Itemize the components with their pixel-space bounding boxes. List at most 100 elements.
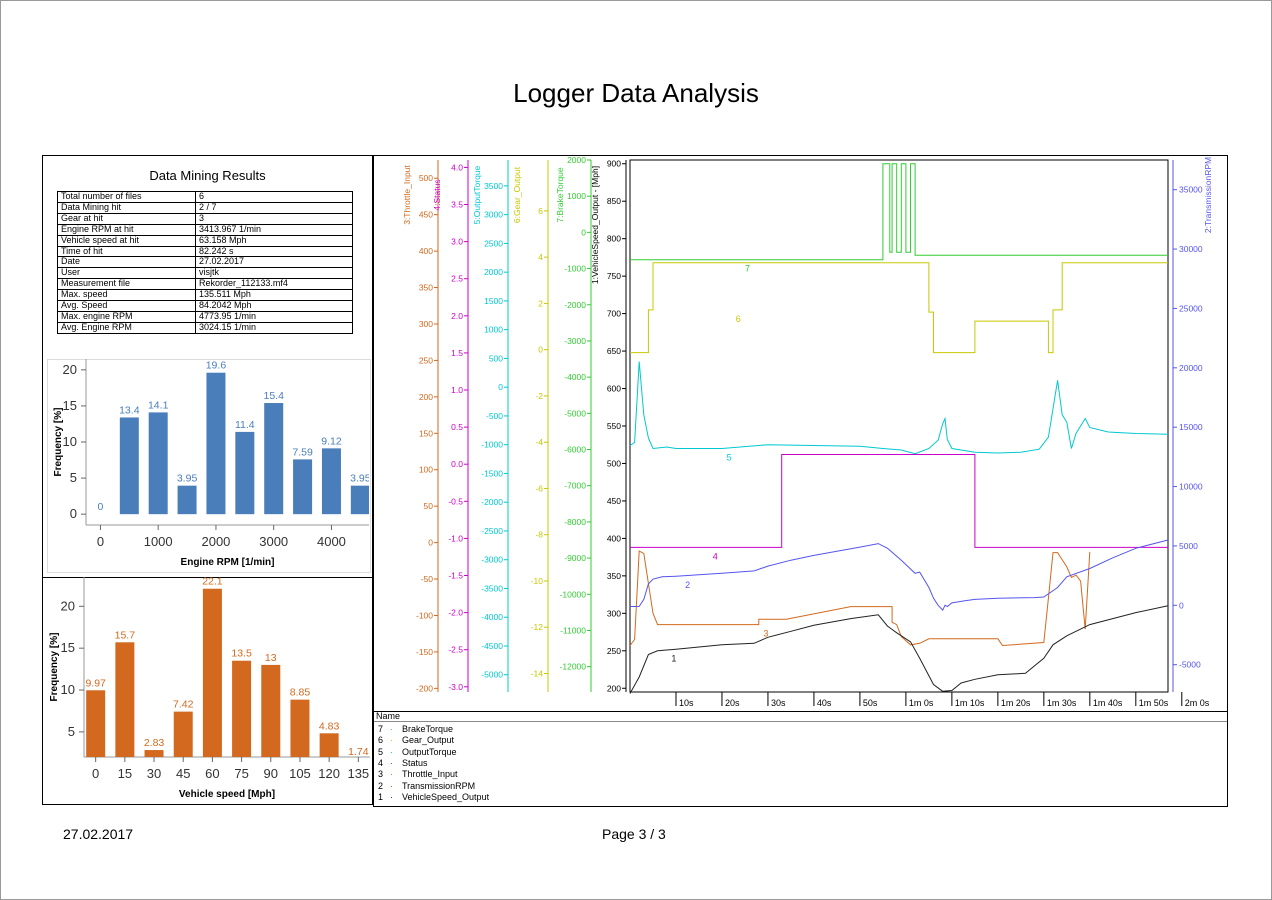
- histogram-bar: [119, 417, 139, 515]
- axis-brake-tick-label: -6000: [564, 445, 586, 455]
- axis-throttle-tick-label: 350: [419, 283, 433, 293]
- axis-status-tick-label: 3.5: [451, 200, 463, 210]
- axis-status-tick-label: 1.0: [451, 385, 463, 395]
- axis-torque-tick-label: 3000: [484, 210, 503, 220]
- axis-throttle-tick-label: -50: [421, 574, 434, 584]
- series-Status-number-label: 4: [713, 551, 718, 561]
- data-mining-title: Data Mining Results: [149, 168, 266, 183]
- axis-torque-tick-label: -3500: [481, 583, 503, 593]
- axis-rpm-tick-label: 5000: [1179, 541, 1198, 551]
- legend-color-marker: ·: [390, 746, 393, 757]
- x-tick-label: 105: [289, 766, 311, 781]
- axis-rpm-tick-label: 35000: [1179, 185, 1203, 195]
- data-mining-value: 84.2042 Mph: [195, 300, 353, 312]
- series-VehicleSpeed_Output-line: [629, 605, 1169, 694]
- bar-value-label: 1.74: [348, 746, 369, 758]
- axis-brake-tick-label: -11000: [560, 625, 586, 635]
- axis-speed-tick-label: 700: [607, 309, 621, 319]
- y-axis-label: Frequency [%]: [49, 633, 60, 702]
- bar-value-label: 3.95: [177, 473, 198, 485]
- axis-gear-tick-label: -12: [531, 622, 544, 632]
- y-tick-label: 20: [61, 598, 75, 613]
- axis-rpm-tick-label: -5000: [1179, 660, 1201, 670]
- time-tick-label: 1m 0s: [909, 698, 934, 708]
- histogram-bar: [293, 459, 313, 515]
- axis-status-tick-label: 2.0: [451, 311, 463, 321]
- axis-status-tick-label: -2.5: [448, 645, 463, 655]
- histogram-bar: [206, 372, 226, 515]
- x-tick-label: 0: [92, 766, 99, 781]
- time-tick-label: 20s: [725, 698, 740, 708]
- series-Gear_Output-line: [630, 262, 1168, 354]
- series-BrakeTorque-number-label: 7: [745, 264, 750, 274]
- series-OutputTorque-number-label: 5: [727, 452, 732, 462]
- bar-value-label: 19.6: [206, 360, 227, 372]
- bar-value-label: 8.85: [290, 687, 311, 699]
- axis-torque-tick-label: -500: [486, 411, 503, 421]
- axis-torque-tick-label: -1000: [481, 440, 503, 450]
- axis-torque-tick-label: 2500: [484, 238, 503, 248]
- axis-torque-tick-label: -5000: [481, 670, 503, 680]
- bar-value-label: 9.12: [321, 435, 342, 447]
- bar-value-label: 22.1: [202, 577, 223, 588]
- axis-gear-tick-label: 2: [538, 298, 543, 308]
- axis-rpm-tick-label: 20000: [1179, 363, 1203, 373]
- legend-color-marker: ·: [390, 735, 393, 746]
- histogram-bar: [264, 403, 284, 515]
- axis-rpm-title: 2:TransmissionRPM: [1203, 157, 1213, 233]
- data-mining-table: Total number of files 6 Data Mining hit 2 /…: [57, 191, 353, 334]
- axis-brake-tick-label: 0: [581, 227, 586, 237]
- histogram-bar: [261, 664, 281, 757]
- axis-throttle-tick-label: 300: [419, 319, 433, 329]
- axis-rpm-tick-label: 15000: [1179, 422, 1203, 432]
- axis-gear-tick-label: -10: [531, 576, 544, 586]
- data-mining-row: Max. engine RPM 4773.95 1/min: [57, 310, 353, 323]
- data-mining-value: 2 / 7: [195, 201, 353, 214]
- bar-value-label: 3.95: [350, 473, 369, 485]
- rpm-histogram: 0 5 10 15 20 0 1000 2000 3000 4000 0 13.4 14.1 3.95 19…: [53, 359, 369, 568]
- axis-status-tick-label: -3.0: [448, 682, 463, 692]
- axis-speed-tick-label: 200: [607, 683, 621, 693]
- plot-area: [629, 159, 1169, 693]
- bar-value-label: 13.5: [231, 648, 252, 660]
- axis-status-tick-label: 1.5: [451, 348, 463, 358]
- axis-torque-tick-label: 500: [489, 353, 503, 363]
- legend-color-marker: ·: [390, 757, 393, 768]
- axis-torque-title: 5:OutputTorque: [472, 165, 482, 224]
- data-mining-value: 82.242 s: [195, 245, 353, 258]
- axis-status-tick-label: 3.0: [451, 237, 463, 247]
- y-tick-label: 15: [63, 398, 77, 413]
- axis-throttle-tick-label: 50: [424, 501, 434, 511]
- histogram-bar: [148, 412, 168, 515]
- speed-histogram: 5 10 15 20 0 15 30 45 60 75 90 105 120 135 9.97 15.7 2.8…: [49, 577, 370, 800]
- time-tick-label: 50s: [863, 698, 878, 708]
- axis-brake-tick-label: 1000: [567, 191, 586, 201]
- axis-rpm-tick-label: 0: [1179, 600, 1184, 610]
- axis-brake-tick-label: -9000: [564, 553, 586, 563]
- data-mining-key: Avg. Speed: [57, 300, 196, 312]
- axis-brake-tick-label: 2000: [567, 155, 586, 165]
- histogram-bar: [232, 660, 252, 757]
- legend-color-marker: ·: [390, 769, 393, 780]
- histogram-bar: [290, 699, 310, 757]
- data-mining-key: Engine RPM at hit: [57, 223, 196, 236]
- bar-value-label: 15.7: [115, 629, 136, 641]
- x-axis-label: Engine RPM [1/min]: [181, 557, 275, 568]
- data-mining-key: Vehicle speed at hit: [57, 234, 196, 247]
- legend-color-marker: ·: [390, 791, 393, 802]
- axis-brake-tick-label: -10000: [560, 589, 587, 599]
- histogram-bar: [177, 485, 197, 515]
- page-title: Logger Data Analysis: [513, 78, 759, 108]
- bar-value-label: 14.1: [148, 399, 169, 411]
- axis-speed-tick-label: 600: [607, 384, 621, 394]
- axis-speed-tick-label: 300: [607, 608, 621, 618]
- axis-gear-tick-label: -2: [535, 391, 543, 401]
- axis-throttle-tick-label: 0: [428, 538, 433, 548]
- legend-item: 4 · Status: [378, 758, 428, 769]
- legend-item-number: 2: [378, 780, 384, 791]
- x-tick-label: 15: [118, 766, 132, 781]
- axis-gear-tick-label: -8: [535, 530, 543, 540]
- legend-color-marker: ·: [390, 724, 393, 734]
- axis-throttle-tick-label: 400: [419, 246, 433, 256]
- axis-speed-tick-label: 500: [607, 458, 621, 468]
